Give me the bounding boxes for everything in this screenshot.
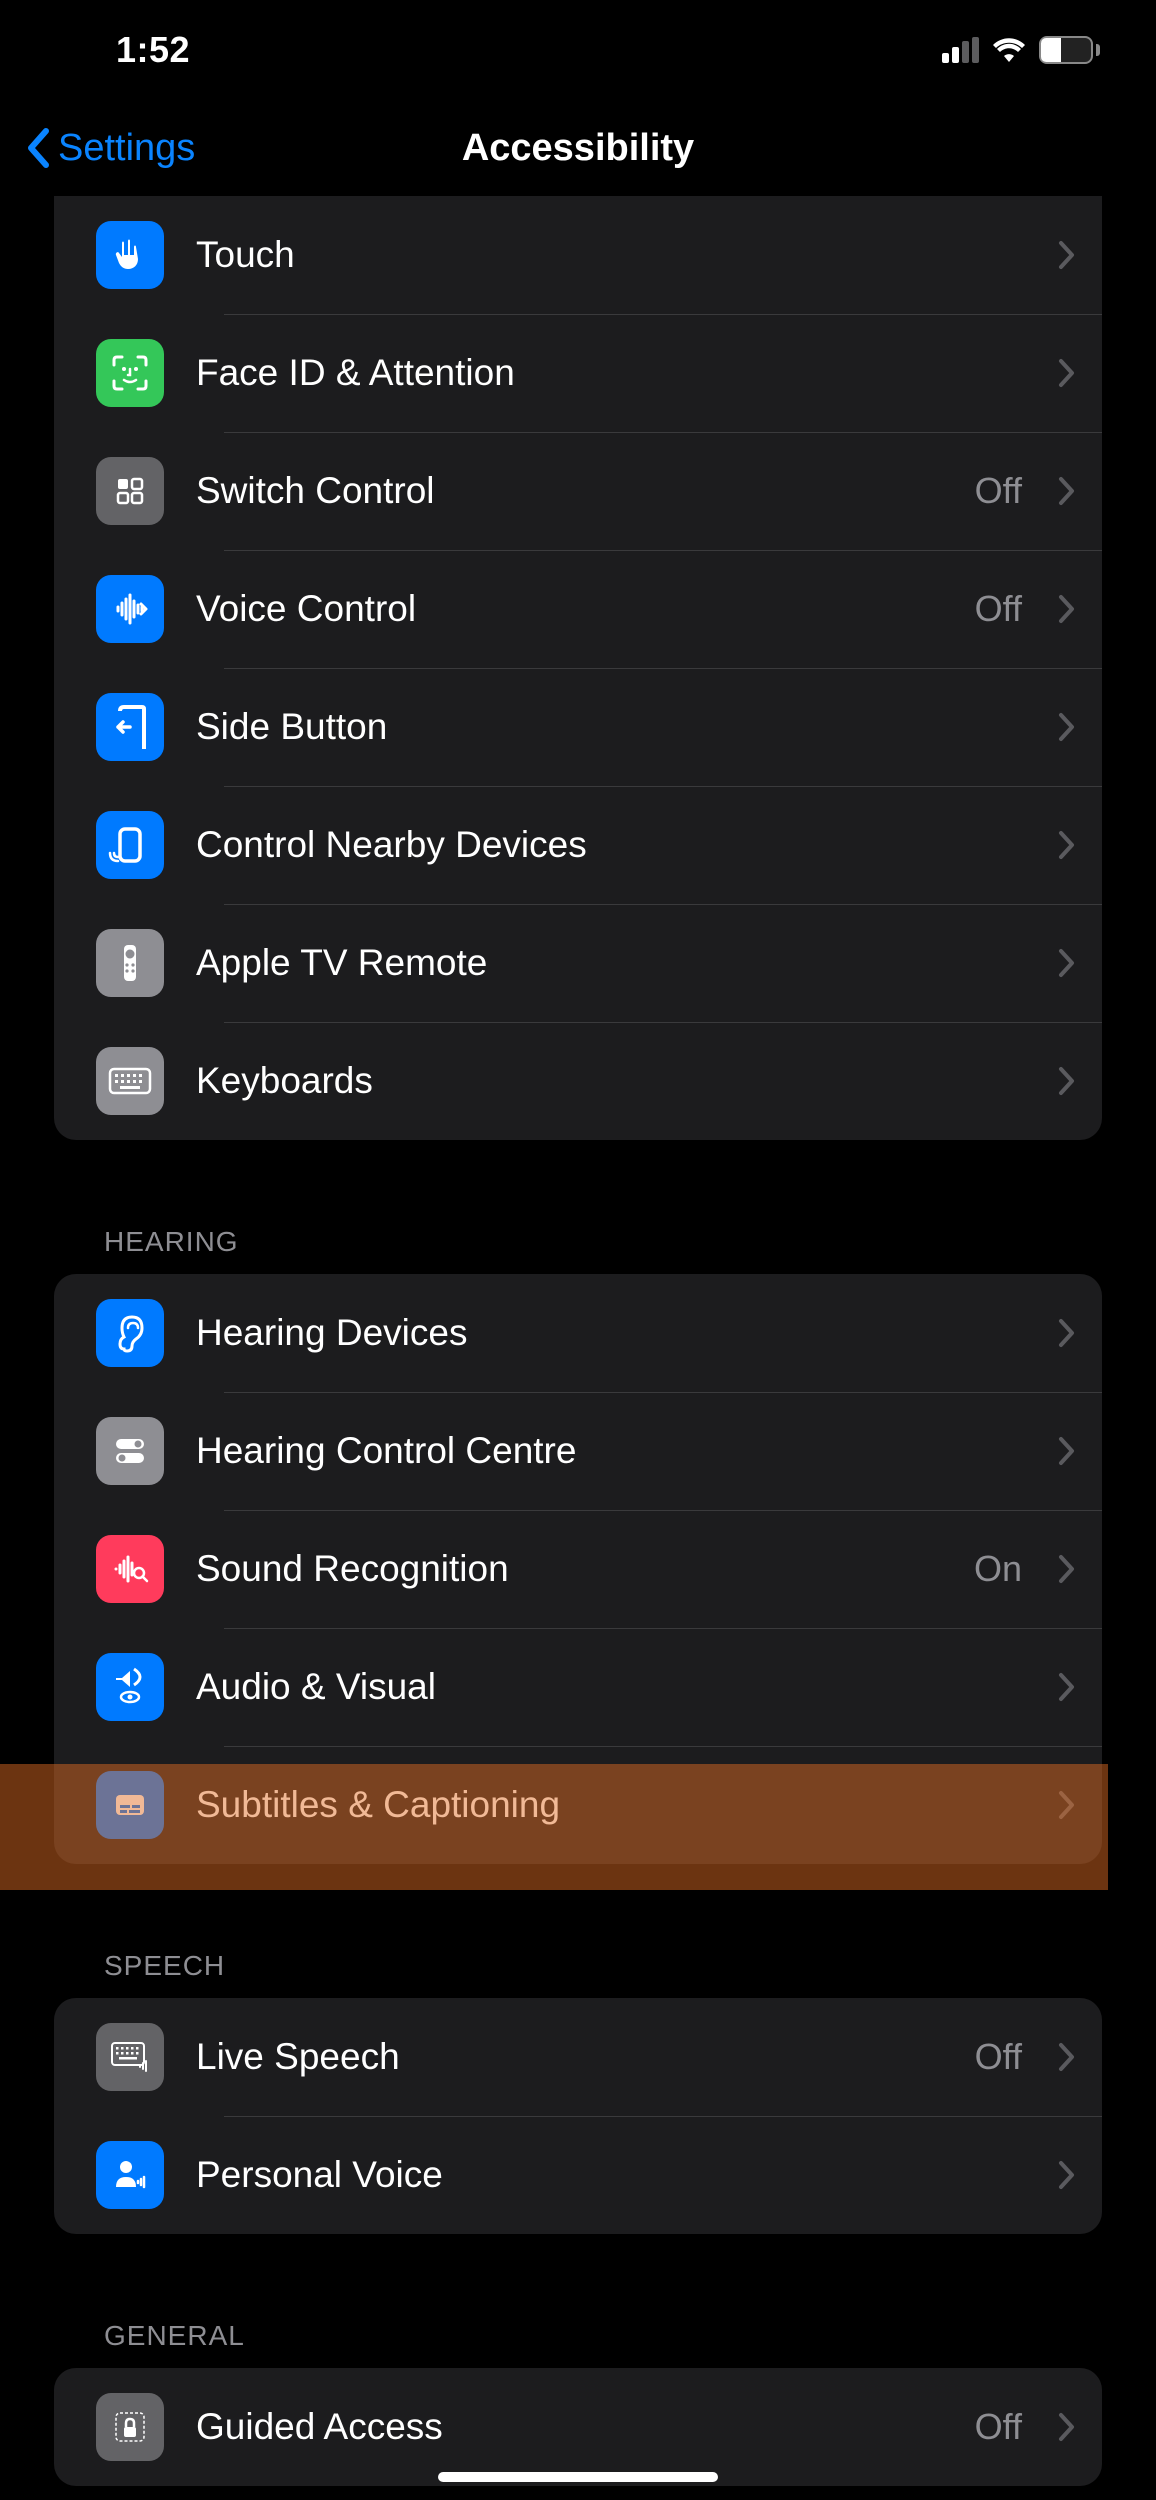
row-touch[interactable]: Touch bbox=[54, 196, 1102, 314]
chevron-right-icon bbox=[1058, 240, 1076, 270]
row-label: Hearing Control Centre bbox=[196, 1430, 1026, 1472]
battery-icon: 39 bbox=[1039, 36, 1100, 64]
row-apple-tv-remote[interactable]: Apple TV Remote bbox=[54, 904, 1102, 1022]
side-button-icon bbox=[96, 693, 164, 761]
audio-visual-icon bbox=[96, 1653, 164, 1721]
row-value: Off bbox=[975, 2036, 1022, 2078]
row-hearing-control-centre[interactable]: Hearing Control Centre bbox=[54, 1392, 1102, 1510]
row-label: Side Button bbox=[196, 706, 1026, 748]
row-label: Voice Control bbox=[196, 588, 943, 630]
row-personal-voice[interactable]: Personal Voice bbox=[54, 2116, 1102, 2234]
cellular-icon bbox=[942, 37, 979, 63]
chevron-right-icon bbox=[1058, 1672, 1076, 1702]
row-value: On bbox=[974, 1548, 1022, 1590]
chevron-right-icon bbox=[1058, 1554, 1076, 1584]
row-label: Guided Access bbox=[196, 2406, 943, 2448]
status-bar: 1:52 39 bbox=[0, 0, 1156, 100]
sound-recognition-icon bbox=[96, 1535, 164, 1603]
row-label: Switch Control bbox=[196, 470, 943, 512]
status-time: 1:52 bbox=[116, 29, 190, 71]
face-id-icon bbox=[96, 339, 164, 407]
row-keyboards[interactable]: Keyboards bbox=[54, 1022, 1102, 1140]
row-guided-access[interactable]: Guided Access Off bbox=[54, 2368, 1102, 2486]
row-label: Personal Voice bbox=[196, 2154, 1026, 2196]
settings-group-speech: Live Speech Off Personal Voice bbox=[54, 1998, 1102, 2234]
personal-voice-icon bbox=[96, 2141, 164, 2209]
chevron-right-icon bbox=[1058, 2042, 1076, 2072]
row-label: Subtitles & Captioning bbox=[196, 1784, 1026, 1826]
row-live-speech[interactable]: Live Speech Off bbox=[54, 1998, 1102, 2116]
row-label: Touch bbox=[196, 234, 1026, 276]
captions-icon bbox=[96, 1771, 164, 1839]
chevron-left-icon bbox=[24, 127, 54, 169]
row-side-button[interactable]: Side Button bbox=[54, 668, 1102, 786]
row-label: Control Nearby Devices bbox=[196, 824, 1026, 866]
group-header-hearing: HEARING bbox=[54, 1140, 1102, 1274]
row-control-nearby-devices[interactable]: Control Nearby Devices bbox=[54, 786, 1102, 904]
row-value: Off bbox=[975, 2406, 1022, 2448]
row-voice-control[interactable]: Voice Control Off bbox=[54, 550, 1102, 668]
group-header-speech: SPEECH bbox=[54, 1864, 1102, 1998]
chevron-right-icon bbox=[1058, 594, 1076, 624]
keyboard-speak-icon bbox=[96, 2023, 164, 2091]
chevron-right-icon bbox=[1058, 1790, 1076, 1820]
nav-bar: Settings Accessibility bbox=[0, 100, 1156, 196]
toggles-icon bbox=[96, 1417, 164, 1485]
chevron-right-icon bbox=[1058, 476, 1076, 506]
chevron-right-icon bbox=[1058, 948, 1076, 978]
row-label: Apple TV Remote bbox=[196, 942, 1026, 984]
row-switch-control[interactable]: Switch Control Off bbox=[54, 432, 1102, 550]
row-hearing-devices[interactable]: Hearing Devices bbox=[54, 1274, 1102, 1392]
home-indicator[interactable] bbox=[438, 2472, 718, 2482]
chevron-right-icon bbox=[1058, 1436, 1076, 1466]
lock-icon bbox=[96, 2393, 164, 2461]
switch-control-icon bbox=[96, 457, 164, 525]
row-face-id-attention[interactable]: Face ID & Attention bbox=[54, 314, 1102, 432]
wifi-icon bbox=[991, 37, 1027, 63]
nearby-devices-icon bbox=[96, 811, 164, 879]
row-label: Hearing Devices bbox=[196, 1312, 1026, 1354]
voice-control-icon bbox=[96, 575, 164, 643]
group-header-general: GENERAL bbox=[54, 2234, 1102, 2368]
settings-group-physical: Touch Face ID & Attention Switch Control… bbox=[54, 196, 1102, 1140]
chevron-right-icon bbox=[1058, 830, 1076, 860]
row-label: Audio & Visual bbox=[196, 1666, 1026, 1708]
keyboard-icon bbox=[96, 1047, 164, 1115]
row-label: Face ID & Attention bbox=[196, 352, 1026, 394]
back-label: Settings bbox=[58, 127, 195, 170]
chevron-right-icon bbox=[1058, 358, 1076, 388]
chevron-right-icon bbox=[1058, 2412, 1076, 2442]
row-label: Live Speech bbox=[196, 2036, 943, 2078]
touch-icon bbox=[96, 221, 164, 289]
row-value: Off bbox=[975, 470, 1022, 512]
row-value: Off bbox=[975, 588, 1022, 630]
settings-group-hearing: Hearing Devices Hearing Control Centre S… bbox=[54, 1274, 1102, 1864]
row-label: Keyboards bbox=[196, 1060, 1026, 1102]
row-sound-recognition[interactable]: Sound Recognition On bbox=[54, 1510, 1102, 1628]
chevron-right-icon bbox=[1058, 1318, 1076, 1348]
row-label: Sound Recognition bbox=[196, 1548, 942, 1590]
chevron-right-icon bbox=[1058, 2160, 1076, 2190]
row-subtitles-captioning[interactable]: Subtitles & Captioning bbox=[54, 1746, 1102, 1864]
row-audio-visual[interactable]: Audio & Visual bbox=[54, 1628, 1102, 1746]
status-icons: 39 bbox=[942, 36, 1100, 64]
chevron-right-icon bbox=[1058, 712, 1076, 742]
ear-icon bbox=[96, 1299, 164, 1367]
apple-tv-remote-icon bbox=[96, 929, 164, 997]
chevron-right-icon bbox=[1058, 1066, 1076, 1096]
settings-group-general: Guided Access Off bbox=[54, 2368, 1102, 2486]
back-button[interactable]: Settings bbox=[24, 127, 195, 170]
